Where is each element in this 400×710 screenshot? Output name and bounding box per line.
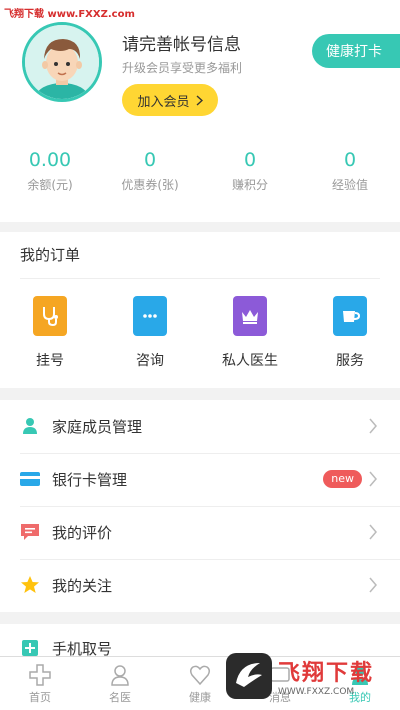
stat-value: 0 xyxy=(243,149,257,171)
menu-item-label: 我的评价 xyxy=(52,524,113,542)
stat-label: 优惠券(张) xyxy=(121,178,179,192)
menu-item-my-reviews[interactable]: 我的评价 xyxy=(0,506,400,559)
menu-item-bank-cards[interactable]: 银行卡管理 new xyxy=(0,453,400,506)
new-badge: new xyxy=(323,470,362,488)
avatar-illustration xyxy=(25,25,99,99)
stat-experience[interactable]: 0 经验值 xyxy=(300,148,400,198)
profile-header: 飞翔下载 www.FXXZ.com 请完善帐号信息 升级会员享受更多福利 加入会… xyxy=(0,0,400,222)
order-items: 挂号 咨询 私人医生 服务 xyxy=(0,296,400,370)
my-orders-section: 我的订单 挂号 咨询 私人医生 服务 xyxy=(0,232,400,388)
health-checkin-button[interactable]: 健康打卡 xyxy=(312,34,400,68)
order-item-consult[interactable]: 咨询 xyxy=(100,296,200,370)
order-item-label: 挂号 xyxy=(36,353,64,369)
order-item-registration[interactable]: 挂号 xyxy=(0,296,100,370)
menu-item-label: 家庭成员管理 xyxy=(52,418,143,436)
chevron-right-icon xyxy=(369,577,377,593)
stat-balance[interactable]: 0.00 余额(元) xyxy=(0,148,100,198)
watermark-bottom: 飞翔下载 WWW.FXXZ.COM xyxy=(226,648,396,704)
watermark-logo-icon xyxy=(226,653,272,699)
chevron-right-icon xyxy=(369,524,377,540)
stethoscope-icon xyxy=(33,296,67,336)
stat-value: 0 xyxy=(143,149,157,171)
menu-item-label: 银行卡管理 xyxy=(52,471,128,489)
stat-label: 赚积分 xyxy=(231,178,268,192)
comment-icon xyxy=(20,522,40,542)
home-cross-icon xyxy=(28,663,52,687)
stat-value: 0.00 xyxy=(28,149,72,171)
stat-points[interactable]: 0 赚积分 xyxy=(200,148,300,198)
card-icon xyxy=(20,469,40,489)
stat-coupons[interactable]: 0 优惠券(张) xyxy=(100,148,200,198)
order-item-label: 私人医生 xyxy=(222,353,278,369)
orders-title: 我的订单 xyxy=(20,246,81,264)
star-icon xyxy=(20,575,40,595)
order-item-service[interactable]: 服务 xyxy=(300,296,400,370)
settings-menu: 家庭成员管理 银行卡管理 new 我的评价 我的关注 xyxy=(0,400,400,612)
order-item-label: 服务 xyxy=(336,353,364,369)
tab-label: 名医 xyxy=(109,691,131,704)
watermark-url-text: WWW.FXXZ.COM xyxy=(278,687,355,697)
cup-icon xyxy=(333,296,367,336)
join-member-button[interactable]: 加入会员 xyxy=(122,84,218,116)
heart-icon xyxy=(188,663,212,687)
tab-label: 健康 xyxy=(189,691,211,704)
user-subtitle: 升级会员享受更多福利 xyxy=(122,61,243,75)
account-stats: 0.00 余额(元) 0 优惠券(张) 0 赚积分 0 经验值 xyxy=(0,148,400,198)
join-member-label: 加入会员 xyxy=(137,94,190,110)
stat-label: 余额(元) xyxy=(27,178,73,192)
order-item-label: 咨询 xyxy=(136,353,164,369)
menu-item-label: 我的关注 xyxy=(52,577,113,595)
watermark-main-text: 飞翔下载 xyxy=(278,661,375,686)
tab-doctors[interactable]: 名医 xyxy=(80,657,160,710)
doctor-icon xyxy=(108,663,132,687)
person-icon xyxy=(20,416,40,436)
stat-value: 0 xyxy=(343,149,357,171)
stat-label: 经验值 xyxy=(331,178,368,192)
watermark-top: 飞翔下载 www.FXXZ.com xyxy=(4,9,135,20)
tab-label: 首页 xyxy=(29,691,51,704)
divider xyxy=(20,278,380,279)
chevron-right-icon xyxy=(196,94,203,106)
chat-bubble-icon xyxy=(133,296,167,336)
order-item-private-doctor[interactable]: 私人医生 xyxy=(200,296,300,370)
tab-home[interactable]: 首页 xyxy=(0,657,80,710)
chevron-right-icon xyxy=(369,418,377,434)
user-title[interactable]: 请完善帐号信息 xyxy=(122,30,241,55)
crown-icon xyxy=(233,296,267,336)
avatar[interactable] xyxy=(22,22,102,102)
menu-item-my-follows[interactable]: 我的关注 xyxy=(0,559,400,612)
phone-ticket-icon xyxy=(20,638,40,658)
chevron-right-icon xyxy=(369,471,377,487)
menu-item-family-members[interactable]: 家庭成员管理 xyxy=(0,400,400,453)
